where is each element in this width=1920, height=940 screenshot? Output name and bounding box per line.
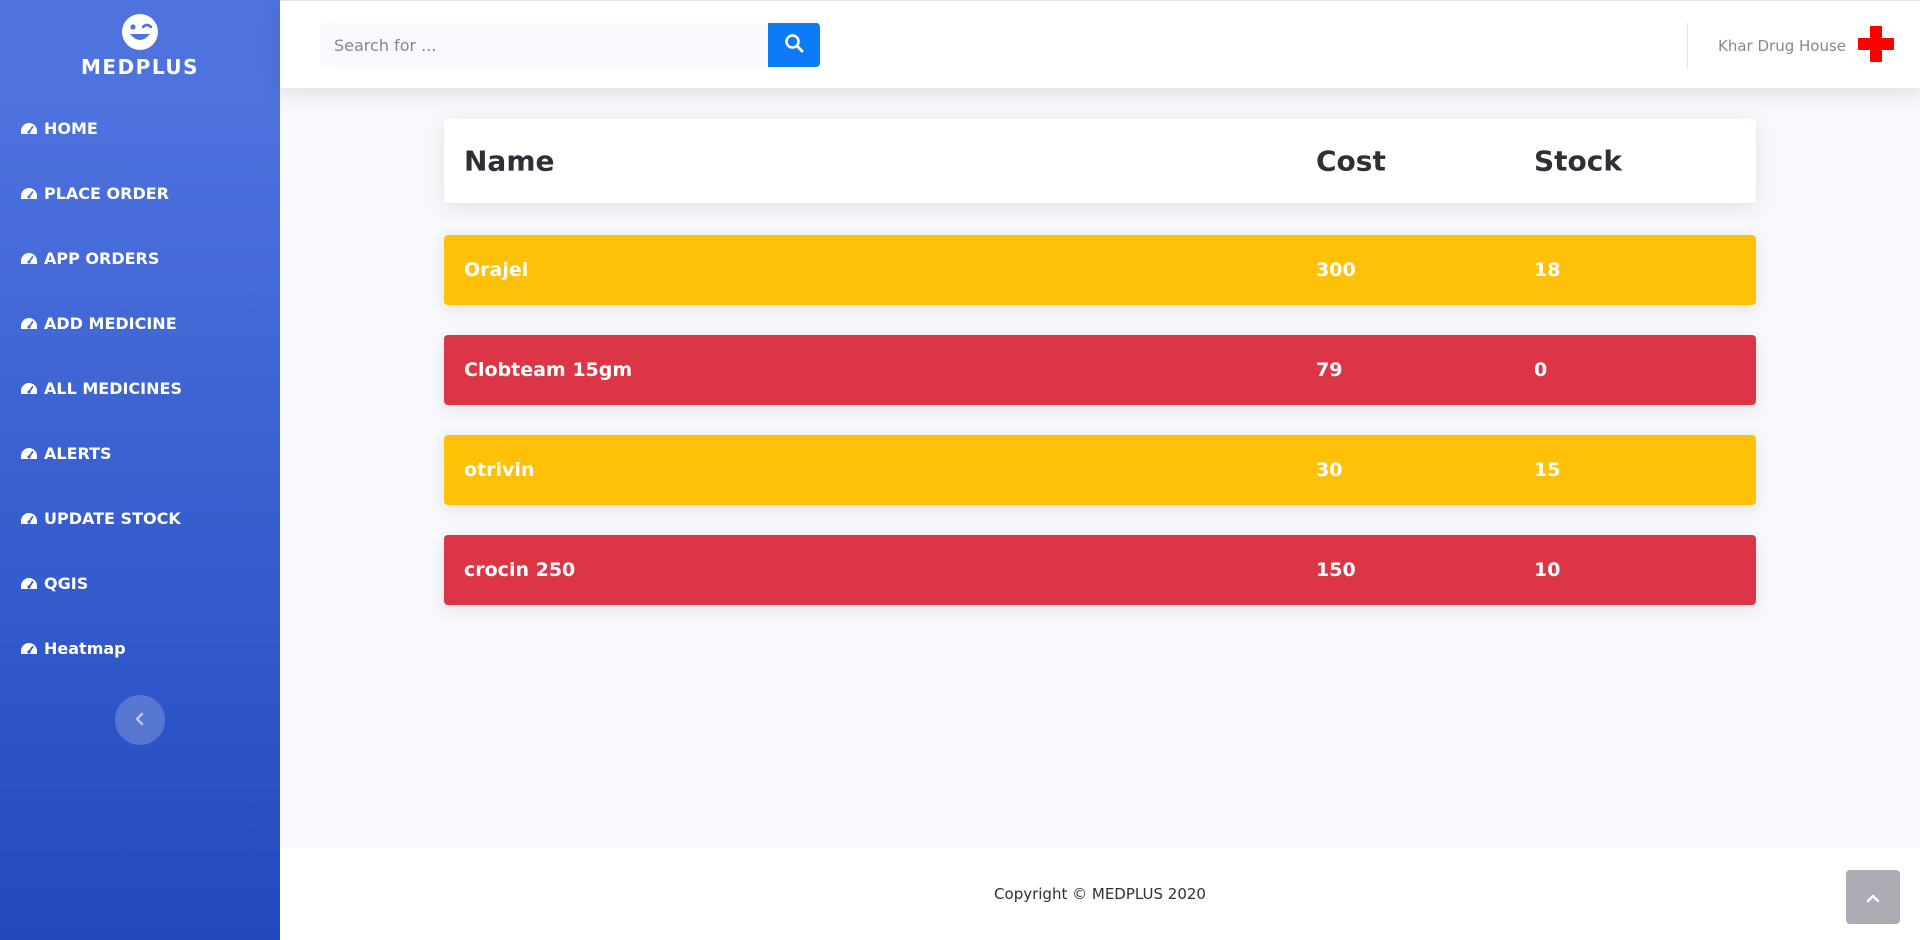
red-cross-icon: [1856, 24, 1896, 68]
search-button[interactable]: [768, 23, 820, 67]
column-header-cost: Cost: [1316, 144, 1386, 178]
sidebar-item-label: ALERTS: [44, 444, 112, 463]
search-form: [320, 23, 820, 67]
topbar: Khar Drug House: [280, 0, 1920, 88]
sidebar-item-update-stock[interactable]: UPDATE STOCK: [0, 486, 280, 551]
sidebar-nav: HOME PLACE ORDER APP ORDERS ADD MEDICINE…: [0, 96, 280, 681]
footer: Copyright © MEDPLUS 2020: [280, 848, 1920, 940]
tachometer-icon: [20, 381, 40, 397]
sidebar-item-label: UPDATE STOCK: [44, 509, 181, 528]
sidebar-item-app-orders[interactable]: APP ORDERS: [0, 226, 280, 291]
cell-cost: 300: [1316, 259, 1356, 281]
cell-cost: 79: [1316, 359, 1343, 381]
brand-name: MEDPLUS: [81, 54, 199, 79]
tachometer-icon: [20, 316, 40, 332]
sidebar-item-place-order[interactable]: PLACE ORDER: [0, 161, 280, 226]
user-dropdown[interactable]: Khar Drug House: [1718, 25, 1896, 67]
sidebar-toggle-button[interactable]: [115, 695, 165, 745]
cell-cost: 30: [1316, 459, 1343, 481]
user-name: Khar Drug House: [1718, 37, 1846, 55]
sidebar-item-home[interactable]: HOME: [0, 96, 280, 161]
search-input[interactable]: [320, 23, 768, 67]
tachometer-icon: [20, 641, 40, 657]
laugh-wink-icon: [120, 12, 160, 52]
sidebar-item-label: Heatmap: [44, 639, 126, 658]
sidebar-item-label: ALL MEDICINES: [44, 379, 182, 398]
cell-stock: 18: [1534, 259, 1561, 281]
table-row: Clobteam 15gm 79 0: [444, 335, 1756, 405]
cell-name: otrivin: [464, 459, 535, 481]
chevron-up-icon: [1866, 888, 1880, 907]
sidebar-item-all-medicines[interactable]: ALL MEDICINES: [0, 356, 280, 421]
sidebar-item-label: QGIS: [44, 574, 89, 593]
cell-stock: 15: [1534, 459, 1561, 481]
cell-name: Clobteam 15gm: [464, 359, 633, 381]
cell-name: crocin 250: [464, 559, 576, 581]
cell-cost: 150: [1316, 559, 1356, 581]
table-row: otrivin 30 15: [444, 435, 1756, 505]
topbar-divider: [1687, 23, 1688, 69]
table-row: Orajel 300 18: [444, 235, 1756, 305]
column-header-stock: Stock: [1534, 144, 1623, 178]
sidebar-item-label: APP ORDERS: [44, 249, 160, 268]
tachometer-icon: [20, 576, 40, 592]
sidebar-item-label: ADD MEDICINE: [44, 314, 177, 333]
tachometer-icon: [20, 511, 40, 527]
scroll-to-top-button[interactable]: [1846, 870, 1900, 924]
cell-name: Orajel: [464, 259, 529, 281]
chevron-left-icon: [134, 711, 146, 730]
tachometer-icon: [20, 251, 40, 267]
sidebar-item-label: HOME: [44, 119, 98, 138]
table-row: crocin 250 150 10: [444, 535, 1756, 605]
table-header: Name Cost Stock: [444, 119, 1756, 203]
tachometer-icon: [20, 121, 40, 137]
copyright-text: Copyright © MEDPLUS 2020: [994, 885, 1206, 903]
tachometer-icon: [20, 186, 40, 202]
sidebar-item-qgis[interactable]: QGIS: [0, 551, 280, 616]
sidebar-item-alerts[interactable]: ALERTS: [0, 421, 280, 486]
sidebar-item-heatmap[interactable]: Heatmap: [0, 616, 280, 681]
tachometer-icon: [20, 446, 40, 462]
column-header-name: Name: [464, 144, 555, 178]
brand[interactable]: MEDPLUS: [0, 0, 280, 86]
search-icon: [784, 33, 804, 57]
sidebar: MEDPLUS HOME PLACE ORDER APP ORDERS ADD …: [0, 0, 280, 940]
cell-stock: 10: [1534, 559, 1561, 581]
sidebar-item-add-medicine[interactable]: ADD MEDICINE: [0, 291, 280, 356]
main-content: Name Cost Stock Orajel 300 18 Clobteam 1…: [280, 88, 1920, 848]
cell-stock: 0: [1534, 359, 1548, 381]
sidebar-item-label: PLACE ORDER: [44, 184, 169, 203]
